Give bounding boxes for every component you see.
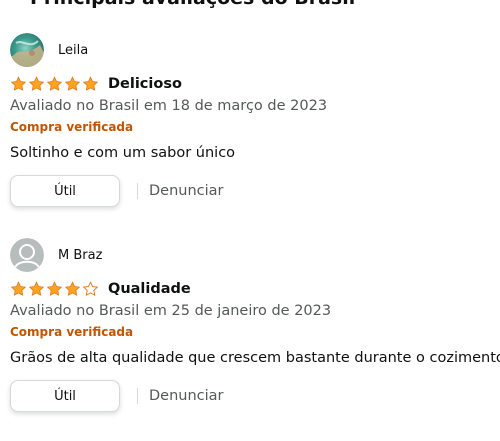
verified-purchase-badge[interactable]: Compra verificada (10, 324, 498, 341)
star-full-icon (64, 76, 81, 92)
report-link[interactable]: Denunciar (149, 183, 224, 199)
action-divider (137, 388, 138, 404)
review-title[interactable]: Qualidade (108, 281, 191, 297)
star-rating[interactable] (10, 76, 100, 92)
reviewer-name: M Braz (58, 247, 103, 263)
star-full-icon (46, 281, 63, 297)
reviewer-profile[interactable]: Leila (10, 33, 498, 67)
star-full-icon (10, 76, 27, 92)
default-user-icon (10, 238, 44, 272)
star-empty-icon (82, 281, 99, 297)
report-link[interactable]: Denunciar (149, 388, 224, 404)
helpful-button[interactable]: Útil (10, 175, 120, 207)
helpful-button[interactable]: Útil (10, 380, 120, 412)
review-body: Soltinho e com um sabor único (10, 145, 236, 161)
action-divider (137, 183, 138, 199)
star-full-icon (28, 281, 45, 297)
review-date: Avaliado no Brasil em 25 de janeiro de 2… (10, 303, 332, 319)
reviewer-name: Leila (58, 42, 89, 58)
star-full-icon (28, 76, 45, 92)
section-heading: Principais avaliações do Brasil (30, 0, 355, 9)
reviewer-avatar (10, 33, 44, 67)
star-full-icon (82, 76, 99, 92)
star-rating[interactable] (10, 281, 100, 297)
star-full-icon (10, 281, 27, 297)
review-body: Grãos de alta qualidade que crescem bast… (10, 350, 500, 366)
reviewer-profile[interactable]: M Braz (10, 238, 498, 272)
star-full-icon (46, 76, 63, 92)
review-date: Avaliado no Brasil em 18 de março de 202… (10, 98, 328, 114)
review-card: M Braz Qualidade Avaliado no Brasil em 2… (10, 238, 500, 413)
review-card: Leila Delicioso Avaliado no Brasil em 18… (10, 33, 498, 208)
review-title[interactable]: Delicioso (108, 76, 182, 92)
verified-purchase-badge[interactable]: Compra verificada (10, 119, 498, 136)
star-full-icon (64, 281, 81, 297)
